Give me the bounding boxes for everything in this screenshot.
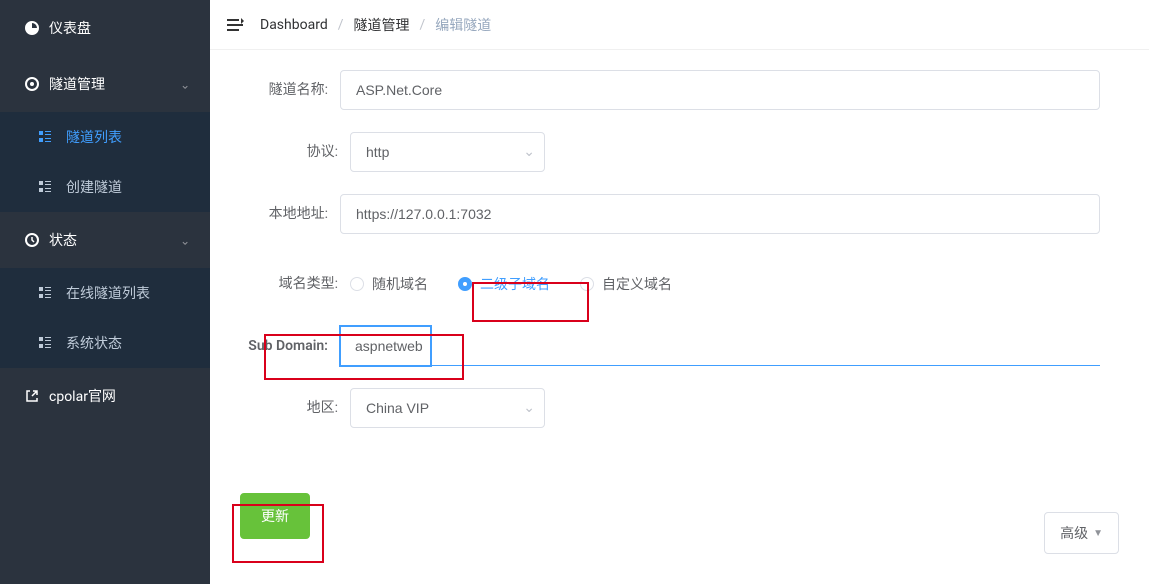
radio-random-label: 随机域名 [372, 274, 428, 294]
breadcrumb-dashboard[interactable]: Dashboard [260, 17, 328, 33]
breadcrumb-tunnel-management[interactable]: 隧道管理 [354, 15, 410, 35]
radio-icon [350, 277, 364, 291]
sidebar-label-online-tunnel-list: 在线隧道列表 [66, 283, 150, 303]
breadcrumb-separator: / [420, 17, 426, 33]
radio-subdomain-label: 二级子域名 [480, 274, 550, 294]
sidebar-label-create-tunnel: 创建隧道 [66, 177, 122, 197]
chevron-up-icon: ⌃ [180, 233, 190, 247]
region-value[interactable] [350, 388, 545, 428]
sidebar-item-tunnel-management[interactable]: 隧道管理 ⌃ [0, 56, 210, 112]
region-select[interactable]: ⌄ [350, 388, 545, 428]
advanced-button[interactable]: 高级 ▼ [1044, 512, 1119, 554]
sidebar-item-create-tunnel[interactable]: 创建隧道 [0, 162, 210, 212]
status-icon [20, 232, 44, 248]
main-content: Dashboard / 隧道管理 / 编辑隧道 隧道名称: 协议: [210, 0, 1149, 584]
topbar: Dashboard / 隧道管理 / 编辑隧道 [210, 0, 1149, 50]
radio-subdomain[interactable]: 二级子域名 [458, 274, 550, 294]
radio-custom-domain[interactable]: 自定义域名 [580, 274, 672, 294]
sidebar-item-dashboard[interactable]: 仪表盘 [0, 0, 210, 56]
sidebar-label-cpolar-site: cpolar官网 [49, 386, 116, 406]
subdomain-label: Sub Domain: [220, 326, 340, 366]
breadcrumb-separator: / [338, 17, 344, 33]
local-address-input[interactable] [340, 194, 1100, 234]
sidebar-label-dashboard: 仪表盘 [49, 18, 91, 38]
protocol-label: 协议: [220, 132, 350, 172]
chevron-up-icon: ⌃ [180, 77, 190, 91]
protocol-value[interactable] [350, 132, 545, 172]
domain-type-label: 域名类型: [220, 264, 350, 304]
list-icon [38, 286, 56, 300]
subdomain-input[interactable] [340, 326, 1100, 366]
caret-down-icon: ▼ [1093, 528, 1103, 539]
sidebar-item-cpolar-site[interactable]: cpolar官网 [0, 368, 210, 424]
sidebar-item-tunnel-list[interactable]: 隧道列表 [0, 112, 210, 162]
radio-random-domain[interactable]: 随机域名 [350, 274, 428, 294]
form-content: 隧道名称: 协议: ⌄ 本地地址: [210, 50, 1149, 584]
update-button[interactable]: 更新 [240, 493, 310, 539]
domain-type-radio-group: 随机域名 二级子域名 自定义域名 [350, 264, 1100, 304]
grid-icon [38, 180, 56, 194]
tunnel-name-input[interactable] [340, 70, 1100, 110]
sidebar-label-system-status: 系统状态 [66, 333, 122, 353]
sidebar-label-status: 状态 [49, 230, 77, 250]
radio-icon [580, 277, 594, 291]
local-address-label: 本地地址: [220, 194, 340, 234]
sidebar-item-online-tunnel-list[interactable]: 在线隧道列表 [0, 268, 210, 318]
protocol-select[interactable]: ⌄ [350, 132, 545, 172]
external-link-icon [20, 388, 44, 404]
region-label: 地区: [220, 388, 350, 428]
sidebar-item-system-status[interactable]: 系统状态 [0, 318, 210, 368]
update-button-label: 更新 [261, 506, 289, 526]
sidebar-toggle-button[interactable] [225, 15, 245, 35]
list-icon [38, 130, 56, 144]
grid-icon [38, 336, 56, 350]
breadcrumb-edit-tunnel: 编辑隧道 [435, 15, 491, 35]
tunnel-name-label: 隧道名称: [220, 70, 340, 110]
sidebar: 仪表盘 隧道管理 ⌃ 隧道列表 创建隧道 状态 ⌃ 在线隧道列表 系统状态 [0, 0, 210, 584]
sidebar-item-status[interactable]: 状态 ⌃ [0, 212, 210, 268]
advanced-button-label: 高级 [1060, 523, 1088, 543]
sidebar-label-tunnel-list: 隧道列表 [66, 127, 122, 147]
radio-icon [458, 277, 472, 291]
tunnel-icon [20, 76, 44, 92]
dashboard-icon [20, 20, 44, 36]
sidebar-label-tunnel-management: 隧道管理 [49, 74, 105, 94]
breadcrumb: Dashboard / 隧道管理 / 编辑隧道 [260, 15, 491, 35]
radio-custom-label: 自定义域名 [602, 274, 672, 294]
